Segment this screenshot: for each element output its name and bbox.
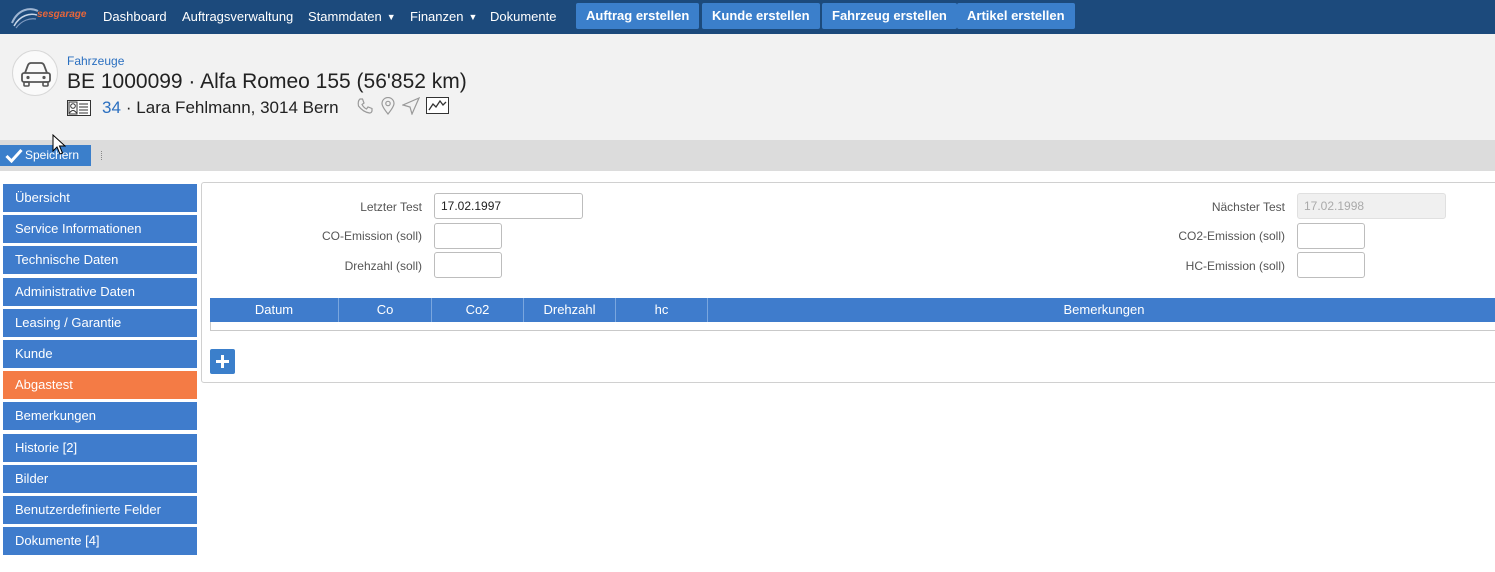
toolbar: Speichern bbox=[0, 140, 1495, 171]
logo-text: sesgarage bbox=[37, 9, 87, 20]
sidebar-item-kunde[interactable]: Kunde bbox=[3, 339, 197, 368]
co2-emission-input[interactable] bbox=[1297, 223, 1365, 249]
sidebar-item-leasing-garantie[interactable]: Leasing / Garantie bbox=[3, 308, 197, 337]
naechster-test-label: Nächster Test bbox=[1211, 200, 1285, 214]
sidebar-item-uebersicht[interactable]: Übersicht bbox=[3, 184, 197, 212]
sidebar-item-historie[interactable]: Historie [2] bbox=[3, 433, 197, 462]
letzter-test-label: Letzter Test bbox=[360, 200, 422, 214]
map-pin-icon[interactable] bbox=[380, 96, 396, 120]
breadcrumb[interactable]: Fahrzeuge bbox=[67, 54, 124, 68]
chevron-down-icon: ▼ bbox=[468, 12, 478, 22]
column-drehzahl[interactable]: Drehzahl bbox=[524, 298, 616, 322]
phone-icon[interactable] bbox=[356, 97, 374, 120]
chevron-down-icon: ▼ bbox=[386, 12, 396, 22]
customer-number-link[interactable]: 34 bbox=[102, 98, 121, 118]
create-customer-button[interactable]: Kunde erstellen bbox=[702, 3, 820, 29]
column-hc[interactable]: hc bbox=[616, 298, 708, 322]
create-vehicle-button[interactable]: Fahrzeug erstellen bbox=[822, 3, 957, 29]
sidebar-item-technische-daten[interactable]: Technische Daten bbox=[3, 246, 197, 275]
chart-icon[interactable] bbox=[425, 97, 449, 119]
drehzahl-label: Drehzahl (soll) bbox=[344, 259, 422, 273]
page-title: BE 1000099 · Alfa Romeo 155 (56'852 km) bbox=[67, 70, 467, 93]
nav-stammdaten-label: Stammdaten bbox=[308, 9, 382, 24]
add-row-button[interactable] bbox=[210, 349, 235, 374]
sidebar-item-dokumente[interactable]: Dokumente [4] bbox=[3, 527, 197, 556]
vehicle-avatar bbox=[12, 50, 58, 96]
vehicle-header: Fahrzeuge BE 1000099 · Alfa Romeo 155 (5… bbox=[0, 34, 1495, 140]
checkmark-icon bbox=[5, 148, 23, 163]
customer-line: 34 · Lara Fehlmann, 3014 Bern bbox=[67, 96, 449, 120]
emission-grid-body bbox=[210, 322, 1495, 331]
plus-icon bbox=[216, 355, 229, 368]
column-bemerkungen[interactable]: Bemerkungen bbox=[708, 298, 1495, 322]
contact-card-icon[interactable] bbox=[67, 100, 91, 116]
nav-finanzen-label: Finanzen bbox=[410, 9, 464, 24]
emission-test-panel: Letzter Test 17.02.1997 CO-Emission (sol… bbox=[201, 182, 1495, 383]
sidebar-item-bilder[interactable]: Bilder bbox=[3, 464, 197, 493]
column-co2[interactable]: Co2 bbox=[432, 298, 524, 322]
mouse-cursor-icon bbox=[52, 134, 66, 155]
hc-emission-input[interactable] bbox=[1297, 252, 1365, 278]
sidebar-item-abgastest[interactable]: Abgastest bbox=[3, 371, 197, 400]
nav-stammdaten[interactable]: Stammdaten ▼ bbox=[308, 0, 396, 34]
navigation-arrow-icon[interactable] bbox=[400, 96, 420, 120]
nav-dashboard[interactable]: Dashboard bbox=[103, 0, 167, 34]
save-button[interactable]: Speichern bbox=[0, 145, 91, 166]
nav-auftragsverwaltung[interactable]: Auftragsverwaltung bbox=[182, 0, 293, 34]
naechster-test-input: 17.02.1998 bbox=[1297, 193, 1446, 219]
co-emission-input[interactable] bbox=[434, 223, 502, 249]
co-emission-label: CO-Emission (soll) bbox=[321, 229, 422, 243]
sidebar-item-service-informationen[interactable]: Service Informationen bbox=[3, 215, 197, 244]
drehzahl-input[interactable] bbox=[434, 252, 502, 278]
nav-dokumente[interactable]: Dokumente bbox=[490, 0, 556, 34]
hc-emission-label: HC-Emission (soll) bbox=[1185, 259, 1285, 273]
app-logo[interactable]: sesgarage bbox=[10, 3, 88, 31]
letzter-test-input[interactable]: 17.02.1997 bbox=[434, 193, 583, 219]
sidebar-item-bemerkungen[interactable]: Bemerkungen bbox=[3, 402, 197, 431]
sidebar: Übersicht Service Informationen Technisc… bbox=[3, 184, 197, 558]
create-article-button[interactable]: Artikel erstellen bbox=[957, 3, 1075, 29]
car-icon bbox=[21, 62, 51, 87]
toolbar-grip-handle[interactable] bbox=[101, 151, 104, 160]
column-datum[interactable]: Datum bbox=[210, 298, 339, 322]
sidebar-item-administrative-daten[interactable]: Administrative Daten bbox=[3, 277, 197, 306]
emission-grid-header: Datum Co Co2 Drehzahl hc Bemerkungen bbox=[210, 298, 1495, 322]
customer-name: · Lara Fehlmann, 3014 Bern bbox=[125, 98, 339, 117]
nav-finanzen[interactable]: Finanzen ▼ bbox=[410, 0, 477, 34]
column-co[interactable]: Co bbox=[339, 298, 432, 322]
co2-emission-label: CO2-Emission (soll) bbox=[1178, 229, 1285, 243]
sidebar-item-benutzerdefinierte-felder[interactable]: Benutzerdefinierte Felder bbox=[3, 495, 197, 524]
create-order-button[interactable]: Auftrag erstellen bbox=[576, 3, 700, 29]
top-navigation: sesgarage Dashboard Auftragsverwaltung S… bbox=[0, 0, 1495, 34]
logo-swoosh-icon bbox=[11, 8, 39, 29]
